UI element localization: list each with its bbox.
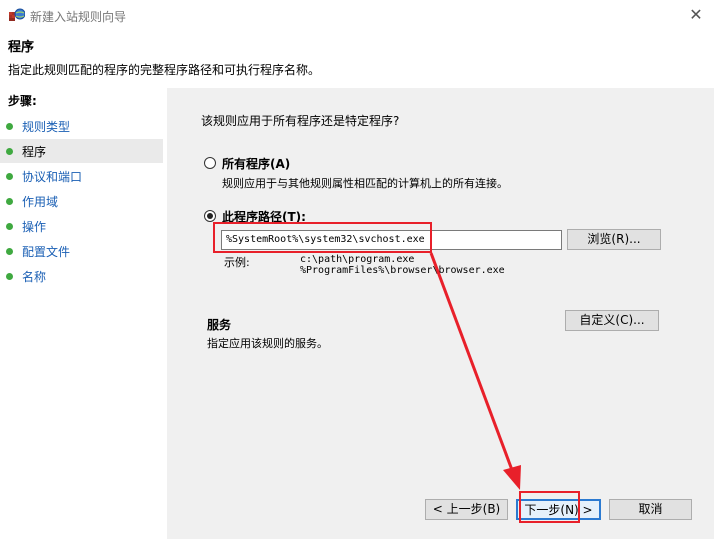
annotation-arrow xyxy=(429,252,521,490)
